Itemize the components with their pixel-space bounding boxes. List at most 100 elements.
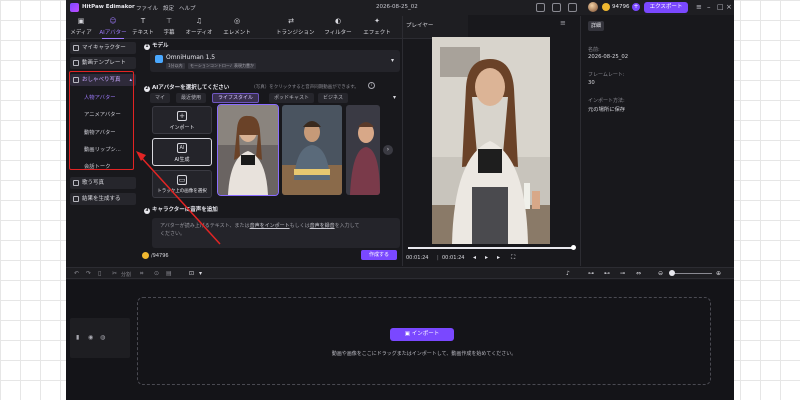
tab-filter[interactable]: ◐ フィルター — [323, 17, 353, 36]
current-time: 00:01:24 — [406, 255, 429, 261]
track-visibility-icon[interactable]: ◉ — [88, 334, 93, 341]
redo-icon[interactable]: ↷ — [86, 270, 91, 277]
filter-icon: ◐ — [334, 17, 342, 25]
menu-settings[interactable]: 設定 — [163, 4, 174, 12]
zoom-in-icon[interactable]: ⊕ — [716, 270, 721, 277]
play-icon[interactable]: ▸ — [485, 254, 488, 261]
model-tag: 1分以内 — [166, 63, 185, 69]
step1-label: 1 モデル — [144, 43, 169, 50]
timeline-dropzone[interactable] — [137, 297, 711, 385]
snap-icon[interactable]: ⊸ — [620, 270, 625, 277]
chevron-down-icon[interactable]: ▾ — [393, 94, 396, 101]
tab-ai-avatar[interactable]: ☺ AIアバター — [98, 17, 128, 39]
delete-icon[interactable]: ▯ — [98, 270, 101, 277]
tab-subtitle[interactable]: ⊤ 字幕 — [154, 17, 184, 36]
nav-generate-result[interactable]: 結果を生成する — [70, 193, 136, 205]
next-frame-icon[interactable]: ▸ — [497, 254, 500, 261]
media-icon: ▣ — [77, 17, 85, 25]
fullscreen-icon[interactable]: ⛶ — [511, 254, 515, 262]
name-label: 名前: — [588, 47, 600, 53]
details-tab[interactable]: 詳細 — [588, 21, 604, 31]
zoom-slider-knob[interactable] — [669, 270, 675, 276]
music-photo-icon — [73, 180, 79, 186]
chef-portrait-image — [282, 105, 342, 195]
plus-icon: + — [177, 111, 187, 121]
crop-icon[interactable]: ⌗ — [140, 270, 143, 278]
menu-icon[interactable]: ≡ — [696, 3, 702, 11]
app-logo-icon — [70, 3, 79, 12]
timeline-import-button[interactable]: ▣ インポート — [390, 328, 454, 341]
effect-icon: ✦ — [374, 17, 380, 25]
tab-audio[interactable]: ♫ オーディオ — [184, 17, 214, 36]
model-tag: モーションコントロール — [188, 63, 236, 69]
nav-my-character[interactable]: マイキャラクター — [70, 42, 136, 54]
link-icon[interactable]: ⊶ — [588, 270, 594, 277]
tab-element[interactable]: ◎ エレメント — [222, 17, 252, 36]
character-icon — [73, 45, 79, 51]
info-icon[interactable]: i — [368, 82, 375, 89]
split-label: 分割 — [121, 272, 132, 278]
create-button[interactable]: 作成する — [361, 250, 397, 260]
avatar-thumbnail[interactable] — [346, 105, 380, 195]
zoom-out-icon[interactable]: ⊖ — [658, 270, 663, 277]
freeze-icon[interactable]: ▤ — [166, 270, 172, 277]
tab-business[interactable]: ビジネス — [318, 93, 349, 103]
add-credits-button[interactable]: + — [632, 3, 640, 11]
menu-file[interactable]: ファイル — [136, 4, 158, 12]
nav-video-template[interactable]: 動画テンプレート — [70, 57, 136, 69]
transition-icon: ⇄ — [288, 17, 294, 25]
export-button[interactable]: エクスポート — [644, 2, 688, 13]
close-icon[interactable]: × — [726, 3, 732, 11]
highlight-box — [69, 71, 134, 170]
dropdown-arrow-icon: ▾ — [390, 57, 394, 64]
zoom-track[interactable] — [672, 273, 712, 274]
step2-label: 2 AIアバターを選択してください — [144, 85, 230, 92]
coin-icon — [142, 252, 149, 259]
import-photo-button[interactable]: + インポート — [152, 106, 212, 134]
prev-frame-icon[interactable]: ◂ — [473, 254, 476, 261]
gift-icon[interactable] — [568, 3, 577, 12]
tab-my[interactable]: マイ — [150, 93, 171, 103]
model-selector[interactable]: OmniHuman 1.5 1分以内 モーションコントロール 表現力豊か ▾ — [150, 50, 400, 72]
time-separator: | — [437, 255, 439, 261]
credits-coin-icon — [602, 3, 610, 11]
minimize-icon[interactable]: – — [707, 3, 711, 11]
scroll-right-button[interactable]: › — [383, 145, 393, 155]
speed-icon[interactable]: ⊙ — [154, 270, 159, 277]
tab-effect[interactable]: ✦ エフェクト — [362, 17, 392, 36]
magnet-icon[interactable]: ⊷ — [604, 270, 610, 277]
help-icon[interactable] — [536, 3, 545, 12]
fit-icon[interactable]: ⇔ — [636, 270, 641, 277]
microphone-icon[interactable]: ♪ — [566, 270, 570, 277]
chevron-down-icon[interactable]: ▾ — [199, 270, 202, 277]
tab-transition[interactable]: ⇄ トランジション — [276, 17, 315, 36]
undo-icon[interactable]: ↶ — [74, 270, 79, 277]
track-audio-icon[interactable]: ◍ — [100, 334, 105, 341]
nav-singing-photo[interactable]: 歌う写真 — [70, 177, 136, 189]
record-audio-link[interactable]: 音声を録音 — [310, 223, 335, 229]
template-icon — [73, 60, 79, 66]
tab-media[interactable]: ▣ メディア — [66, 17, 96, 36]
import-audio-link[interactable]: 音声をインポート — [250, 223, 290, 229]
video-frame-image — [432, 37, 550, 244]
split-icon[interactable]: ✂ — [112, 270, 117, 277]
progress-bar[interactable] — [408, 247, 574, 249]
text-track-icon[interactable]: ⊡ — [189, 270, 194, 277]
feedback-icon[interactable] — [552, 3, 561, 12]
maximize-icon[interactable]: □ — [717, 3, 724, 11]
tab-podcast[interactable]: ポッドキャスト — [269, 93, 315, 103]
import-method-label: インポート方法: — [588, 98, 625, 104]
menu-help[interactable]: ヘルプ — [179, 4, 196, 12]
avatar-thumbnail[interactable] — [282, 105, 342, 195]
track-lock-icon[interactable]: ▮ — [76, 334, 79, 341]
tab-lifestyle[interactable]: ライフスタイル — [212, 93, 260, 103]
model-tag: 表現力豊か — [232, 63, 256, 69]
title-bar: HitPaw Edimakor ファイル 設定 ヘルプ 2026-08-25_0… — [66, 0, 734, 15]
app-window: HitPaw Edimakor ファイル 設定 ヘルプ 2026-08-25_0… — [66, 0, 734, 400]
progress-knob[interactable] — [571, 245, 576, 250]
user-avatar[interactable] — [588, 2, 598, 12]
subtitle-icon: ⊤ — [165, 17, 173, 25]
tab-recent[interactable]: 最近使用 — [176, 93, 207, 103]
player-menu-icon[interactable]: ≡ — [560, 19, 566, 27]
ai-avatar-icon: ☺ — [109, 17, 117, 25]
